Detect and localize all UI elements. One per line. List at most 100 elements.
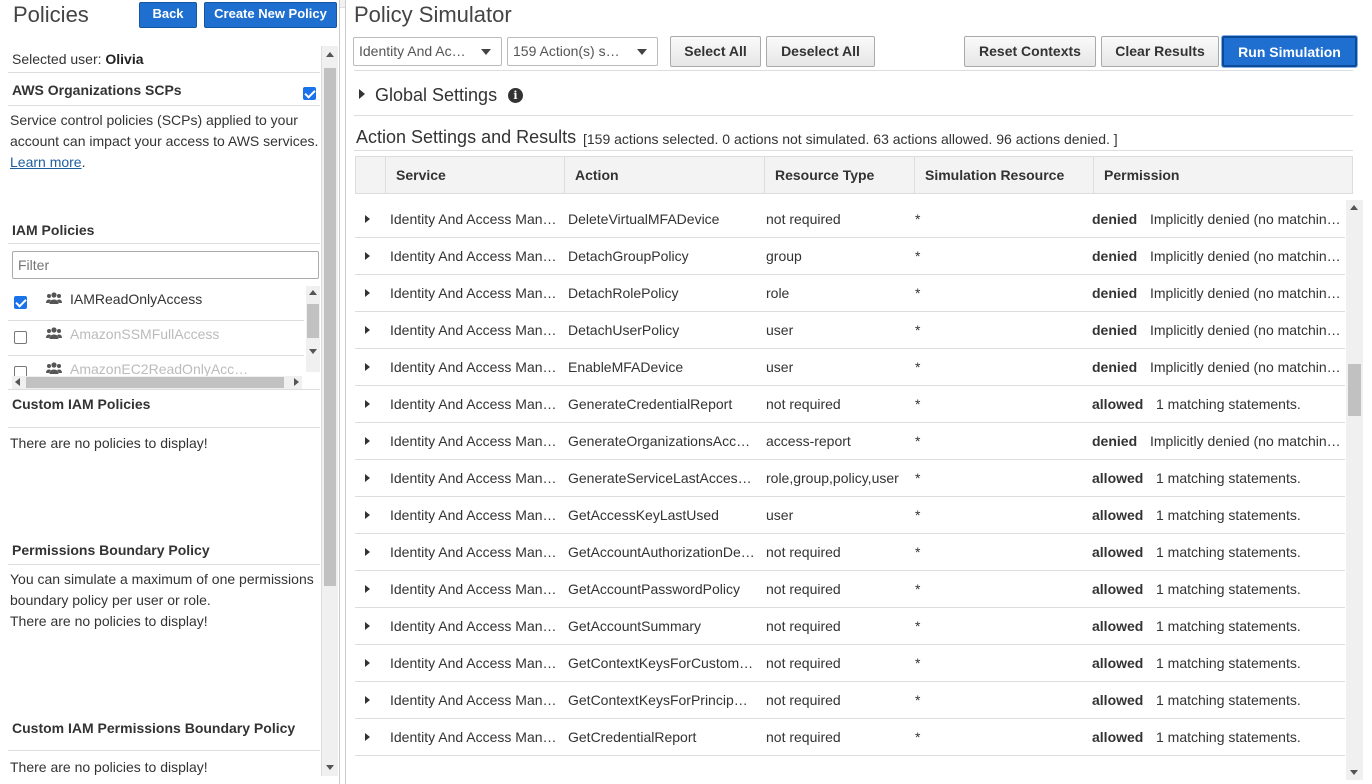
expand-row-arrow-icon[interactable] xyxy=(365,289,370,297)
table-row[interactable]: Identity And Access Man… GetAccessKeyLast… xyxy=(355,497,1345,534)
table-row[interactable]: Identity And Access Man… DetachUserPolicy… xyxy=(355,312,1345,349)
policy-filter-input[interactable] xyxy=(12,251,319,279)
policy-row[interactable]: IAMReadOnlyAccess xyxy=(8,286,304,321)
table-row[interactable]: Identity And Access Man… GetAccountAuthor… xyxy=(355,534,1345,571)
expand-row-arrow-icon[interactable] xyxy=(365,363,370,371)
cell-permission-detail: 1 matching statements. xyxy=(1156,692,1301,708)
learn-more-link[interactable]: Learn more xyxy=(10,154,82,170)
expand-row-arrow-icon[interactable] xyxy=(365,622,370,630)
back-button[interactable]: Back xyxy=(139,2,197,28)
chevron-down-icon xyxy=(481,49,491,55)
scroll-up-arrow-icon[interactable] xyxy=(1350,205,1358,210)
column-header-service[interactable]: Service xyxy=(385,157,565,193)
scp-checkbox[interactable] xyxy=(303,87,316,100)
scroll-thumb[interactable] xyxy=(324,68,336,586)
scroll-thumb[interactable] xyxy=(26,377,284,388)
expand-row-arrow-icon[interactable] xyxy=(365,696,370,704)
table-row[interactable]: Identity And Access Man… DetachRolePolicy… xyxy=(355,275,1345,312)
table-row[interactable]: Identity And Access Man… GenerateServiceL… xyxy=(355,460,1345,497)
scroll-right-arrow-icon[interactable] xyxy=(294,378,299,386)
cell-simulation-resource: * xyxy=(915,211,921,227)
table-row[interactable]: Identity And Access Man… GetContextKeysFo… xyxy=(355,645,1345,682)
policy-checkbox[interactable] xyxy=(14,296,27,309)
cell-resource-type: role,group,policy,user xyxy=(766,470,899,486)
expand-row-arrow-icon[interactable] xyxy=(365,585,370,593)
cell-permission-detail: 1 matching statements. xyxy=(1156,618,1301,634)
cell-service: Identity And Access Man… xyxy=(390,322,557,338)
cell-permission-detail: 1 matching statements. xyxy=(1156,396,1301,412)
cell-permission-status: allowed xyxy=(1092,507,1144,523)
expand-row-arrow-icon[interactable] xyxy=(365,252,370,260)
simulator-panel: Policy Simulator Identity And Ac… 159 Ac… xyxy=(345,0,1372,784)
scroll-up-arrow-icon[interactable] xyxy=(309,290,317,295)
scroll-down-arrow-icon[interactable] xyxy=(309,349,317,354)
table-row[interactable]: Identity And Access Man… GenerateCredenti… xyxy=(355,386,1345,423)
table-row[interactable]: Identity And Access Man… DetachGroupPolic… xyxy=(355,238,1345,275)
cell-action: DetachRolePolicy xyxy=(568,285,679,301)
expand-row-arrow-icon[interactable] xyxy=(365,326,370,334)
reset-contexts-button[interactable]: Reset Contexts xyxy=(964,36,1096,67)
run-simulation-button[interactable]: Run Simulation xyxy=(1222,36,1357,67)
table-row[interactable]: Identity And Access Man… GetAccountPasswo… xyxy=(355,571,1345,608)
cell-resource-type: not required xyxy=(766,544,841,560)
expand-row-arrow-icon[interactable] xyxy=(365,215,370,223)
policy-checkbox[interactable] xyxy=(14,331,27,344)
custom-iam-empty: There are no policies to display! xyxy=(10,435,208,451)
cell-permission-detail: Implicitly denied (no matchin… xyxy=(1150,433,1341,449)
scroll-left-arrow-icon[interactable] xyxy=(15,378,20,386)
scroll-down-arrow-icon[interactable] xyxy=(1350,770,1358,775)
scroll-down-arrow-icon[interactable] xyxy=(326,765,334,770)
cell-action: GetCredentialReport xyxy=(568,729,697,745)
cell-permission-status: denied xyxy=(1092,322,1138,338)
policy-row[interactable]: AmazonSSMFullAccess xyxy=(8,321,304,356)
cell-resource-type: access-report xyxy=(766,433,851,449)
expand-row-arrow-icon[interactable] xyxy=(365,474,370,482)
table-row[interactable]: Identity And Access Man… GetCredentialRep… xyxy=(355,719,1345,756)
cell-service: Identity And Access Man… xyxy=(390,396,557,412)
group-icon xyxy=(46,327,62,339)
divider xyxy=(8,750,320,751)
table-row[interactable]: Identity And Access Man… GetAccountSummar… xyxy=(355,608,1345,645)
cell-service: Identity And Access Man… xyxy=(390,470,557,486)
scroll-thumb[interactable] xyxy=(307,304,319,338)
boundary-description: You can simulate a maximum of one permis… xyxy=(10,569,320,632)
table-row[interactable]: Identity And Access Man… DeleteVirtualMFA… xyxy=(355,201,1345,238)
scroll-thumb[interactable] xyxy=(1348,364,1361,416)
custom-iam-heading: Custom IAM Policies xyxy=(12,396,151,412)
column-header-resource-type[interactable]: Resource Type xyxy=(764,157,914,193)
expand-row-arrow-icon[interactable] xyxy=(365,659,370,667)
expand-row-arrow-icon[interactable] xyxy=(365,548,370,556)
clear-results-button[interactable]: Clear Results xyxy=(1101,36,1219,67)
cell-permission-detail: Implicitly denied (no matchin… xyxy=(1150,285,1341,301)
create-new-policy-button[interactable]: Create New Policy xyxy=(204,2,337,28)
cell-simulation-resource: * xyxy=(915,396,921,412)
cell-action: EnableMFADevice xyxy=(568,359,684,375)
actions-dropdown[interactable]: 159 Action(s) s… xyxy=(507,37,658,66)
column-header-simulation-resource[interactable]: Simulation Resource xyxy=(914,157,1094,193)
column-header-permission[interactable]: Permission xyxy=(1093,157,1352,193)
cell-resource-type: user xyxy=(766,359,794,375)
table-row[interactable]: Identity And Access Man… GetContextKeysFo… xyxy=(355,682,1345,719)
deselect-all-button[interactable]: Deselect All xyxy=(766,36,875,67)
column-header-action[interactable]: Action xyxy=(564,157,764,193)
scroll-up-arrow-icon[interactable] xyxy=(326,52,334,57)
select-all-button[interactable]: Select All xyxy=(670,36,761,67)
cell-service: Identity And Access Man… xyxy=(390,692,557,708)
left-panel-scrollbar[interactable] xyxy=(321,46,338,776)
expand-row-arrow-icon[interactable] xyxy=(365,733,370,741)
policy-list-vscroll[interactable] xyxy=(306,286,320,372)
expand-row-arrow-icon[interactable] xyxy=(365,437,370,445)
cell-simulation-resource: * xyxy=(915,692,921,708)
policy-list-hscroll[interactable] xyxy=(12,376,302,389)
expand-row-arrow-icon[interactable] xyxy=(365,400,370,408)
global-settings-toggle[interactable]: Global Settings xyxy=(359,85,497,106)
table-row[interactable]: Identity And Access Man… GenerateOrganiza… xyxy=(355,423,1345,460)
cell-simulation-resource: * xyxy=(915,544,921,560)
expand-row-arrow-icon[interactable] xyxy=(365,511,370,519)
table-row[interactable]: Identity And Access Man… EnableMFADevice u… xyxy=(355,349,1345,386)
results-scrollbar[interactable] xyxy=(1346,200,1363,780)
divider xyxy=(354,150,1353,151)
cell-service: Identity And Access Man… xyxy=(390,285,557,301)
info-icon[interactable]: i xyxy=(508,88,523,103)
service-dropdown[interactable]: Identity And Ac… xyxy=(353,37,502,66)
